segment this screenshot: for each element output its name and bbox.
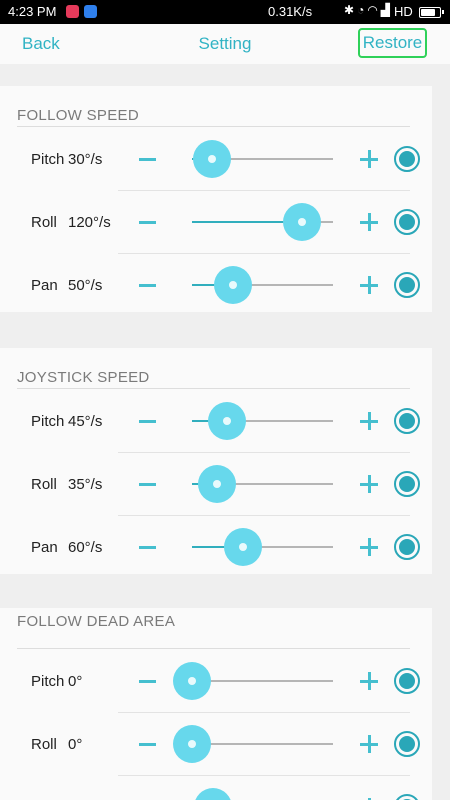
row-divider	[118, 515, 410, 516]
section-title: FOLLOW SPEED	[17, 107, 139, 124]
status-bar: 4:23 PM 0.31K/s ✱◔◠▟ HD	[0, 0, 450, 24]
status-time: 4:23 PM	[8, 4, 57, 19]
increase-button[interactable]	[360, 276, 378, 294]
network-type: HD	[394, 4, 413, 19]
status-icons: ✱◔◠▟	[344, 3, 393, 17]
section-follow-dead-area: FOLLOW DEAD AREA Pitch 0° Roll 0°	[0, 608, 432, 800]
row-label: Pitch	[31, 151, 65, 168]
slider-thumb[interactable]	[213, 266, 252, 304]
row-divider	[118, 253, 410, 254]
slider-track[interactable]	[192, 140, 333, 178]
radio-button[interactable]	[394, 534, 420, 560]
setting-row-pitch: Pitch 45°/s	[0, 389, 432, 452]
network-speed: 0.31K/s	[268, 4, 313, 19]
slider-thumb[interactable]	[192, 140, 231, 178]
slider-track[interactable]	[192, 203, 333, 241]
setting-row-roll: Roll 0°	[0, 712, 432, 775]
slider-thumb[interactable]	[173, 662, 211, 700]
battery-icon	[419, 7, 444, 18]
setting-row-pan: Pan 60°/s	[0, 515, 432, 578]
row-value: 35°/s	[68, 476, 103, 493]
slider-thumb[interactable]	[198, 465, 237, 503]
row-label: Pitch	[31, 413, 65, 430]
increase-button[interactable]	[360, 150, 378, 168]
radio-button[interactable]	[394, 272, 420, 298]
slider-thumb[interactable]	[173, 725, 211, 763]
slider-track[interactable]	[173, 725, 333, 763]
row-value: 50°/s	[68, 277, 103, 294]
restore-button[interactable]: Restore	[358, 28, 427, 58]
slider-thumb[interactable]	[208, 402, 247, 440]
radio-button[interactable]	[394, 471, 420, 497]
radio-button[interactable]	[394, 209, 420, 235]
row-divider	[118, 775, 410, 776]
row-value: 30°/s	[68, 151, 103, 168]
increase-button[interactable]	[360, 412, 378, 430]
increase-button[interactable]	[360, 672, 378, 690]
slider-track[interactable]	[173, 662, 333, 700]
slider-thumb[interactable]	[194, 788, 233, 800]
slider-thumb[interactable]	[282, 203, 321, 241]
section-joystick-speed: JOYSTICK SPEED Pitch 45°/s Roll 35°/s Pa…	[0, 348, 432, 574]
section-title: JOYSTICK SPEED	[17, 369, 150, 386]
setting-row-roll: Roll 120°/s	[0, 190, 432, 253]
row-divider	[118, 190, 410, 191]
radio-button[interactable]	[394, 731, 420, 757]
battery-level-fill	[421, 9, 436, 16]
signal-icon: ▟	[380, 3, 394, 17]
section-follow-speed: FOLLOW SPEED Pitch 30°/s Roll 120°/s Pan…	[0, 86, 432, 312]
row-label: Pan	[31, 277, 58, 294]
notification-app-icon	[66, 5, 79, 18]
row-divider	[118, 712, 410, 713]
decrease-button[interactable]	[139, 212, 156, 232]
setting-row-roll: Roll 35°/s	[0, 452, 432, 515]
increase-button[interactable]	[360, 213, 378, 231]
decrease-button[interactable]	[139, 149, 156, 169]
row-label: Roll	[31, 214, 57, 231]
setting-row-pitch: Pitch 30°/s	[0, 127, 432, 190]
row-value: 45°/s	[68, 413, 103, 430]
row-value: 120°/s	[68, 214, 111, 231]
slider-track[interactable]	[192, 528, 333, 566]
row-value: 0°	[68, 736, 83, 753]
radio-button[interactable]	[394, 408, 420, 434]
decrease-button[interactable]	[139, 537, 156, 557]
row-label: Pitch	[31, 673, 65, 690]
decrease-button[interactable]	[139, 734, 156, 754]
setting-row-pitch: Pitch 0°	[0, 649, 432, 712]
slider-track[interactable]	[192, 266, 333, 304]
row-value: 0°	[68, 673, 83, 690]
row-value: 60°/s	[68, 539, 103, 556]
alarm-icon: ◔	[357, 3, 368, 17]
row-divider	[118, 452, 410, 453]
decrease-button[interactable]	[139, 671, 156, 691]
setting-row-pan	[0, 775, 432, 800]
row-label: Roll	[31, 476, 57, 493]
wifi-icon: ◠	[367, 3, 381, 17]
increase-button[interactable]	[360, 735, 378, 753]
slider-thumb[interactable]	[223, 528, 262, 566]
bluetooth-icon: ✱	[344, 3, 358, 17]
row-label: Roll	[31, 736, 57, 753]
section-title: FOLLOW DEAD AREA	[17, 613, 176, 630]
row-label: Pan	[31, 539, 58, 556]
increase-button[interactable]	[360, 475, 378, 493]
slider-track[interactable]	[192, 465, 333, 503]
decrease-button[interactable]	[139, 474, 156, 494]
notification-app-icon	[84, 5, 97, 18]
radio-button[interactable]	[394, 794, 420, 800]
setting-row-pan: Pan 50°/s	[0, 253, 432, 316]
radio-button[interactable]	[394, 146, 420, 172]
nav-bar: Back Setting Restore	[0, 24, 450, 64]
radio-button[interactable]	[394, 668, 420, 694]
slider-track[interactable]	[192, 402, 333, 440]
decrease-button[interactable]	[139, 275, 156, 295]
decrease-button[interactable]	[139, 411, 156, 431]
increase-button[interactable]	[360, 538, 378, 556]
